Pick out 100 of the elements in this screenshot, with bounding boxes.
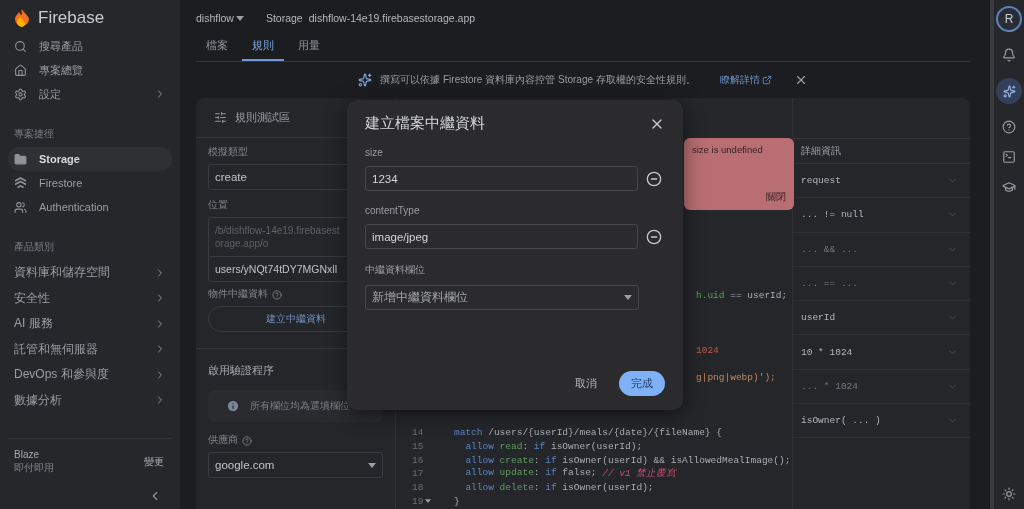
flame-logo-icon	[14, 8, 30, 28]
detail-row[interactable]: ... == ...	[793, 266, 970, 302]
code-token: allow	[464, 454, 494, 466]
line-number: 15	[412, 440, 424, 452]
code-token: isOwner(userId);	[549, 440, 643, 452]
sparkle-icon	[358, 73, 373, 87]
input-field[interactable]: image/jpeg	[365, 224, 638, 249]
graduation-cap-icon[interactable]	[1002, 180, 1016, 194]
learn-more-link[interactable]: 瞭解詳情	[719, 73, 772, 87]
external-link-icon	[761, 75, 772, 85]
code-token: create	[498, 454, 534, 466]
tab[interactable]: 檔案	[196, 34, 238, 61]
detail-row[interactable]: userId	[793, 301, 970, 336]
nav-item[interactable]: 專案總覽	[8, 58, 172, 82]
category-item[interactable]: 託管和無伺服器	[8, 336, 172, 362]
code-token: delete	[498, 481, 534, 493]
nav-item[interactable]: Authentication	[8, 195, 172, 219]
category-item[interactable]: 數據分析	[8, 387, 172, 413]
brand-name: Firebase	[38, 8, 105, 28]
field-label: 位置	[208, 199, 228, 212]
remove-icon[interactable]	[646, 228, 662, 245]
terminal-icon[interactable]	[1002, 150, 1016, 164]
bell-icon[interactable]	[1002, 48, 1016, 62]
cancel-button[interactable]: 取消	[563, 371, 609, 396]
close-link[interactable]: 關閉	[766, 190, 786, 204]
nav-item[interactable]: Storage	[8, 147, 172, 171]
detail-row[interactable]: 10 * 1024	[793, 335, 970, 370]
category-item[interactable]: 資料庫和儲存空間	[8, 260, 172, 286]
line-number: 19	[412, 495, 424, 507]
nav-item[interactable]: 設定	[8, 82, 172, 106]
tab[interactable]: 用量	[288, 34, 330, 61]
project-selector[interactable]: dishflow	[196, 12, 244, 24]
nav-item[interactable]: 搜尋產品	[8, 34, 172, 58]
detail-row[interactable]: ... * 1024	[793, 369, 970, 405]
dialog-title: 建立檔案中繼資料	[365, 114, 485, 133]
category-item[interactable]: AI 服務	[8, 311, 172, 337]
line-number: 16	[412, 454, 424, 466]
code-token: 1024	[696, 345, 719, 357]
code-token: isOwner(userId);	[561, 481, 654, 493]
plan-subtitle: 即付即用	[14, 462, 55, 475]
line-number: 17	[412, 468, 424, 480]
code-token: == userId;	[729, 290, 788, 302]
caret-icon	[235, 15, 244, 21]
code-token: :	[522, 440, 530, 452]
caret-icon	[368, 462, 376, 468]
detail-row[interactable]: ... != null	[793, 198, 970, 233]
folder-icon	[14, 152, 27, 166]
section-title: 啟用驗證程序	[208, 363, 275, 378]
code-token: :	[533, 481, 541, 493]
code-token: if	[533, 440, 546, 452]
line-number: 18	[412, 481, 424, 493]
detail-row[interactable]: request	[793, 164, 970, 199]
code-token: isOwner(userId) && isAllowedMealImage();	[561, 454, 791, 466]
provider-select[interactable]: google.com	[208, 452, 383, 478]
code-token: allow	[464, 467, 494, 481]
remove-icon[interactable]	[646, 170, 662, 187]
users-icon	[14, 200, 27, 214]
details-title: 詳細資訊	[793, 138, 970, 164]
code-token: if	[545, 454, 557, 466]
code-token: :	[533, 454, 541, 466]
home-icon	[14, 63, 27, 77]
code-token: false;	[561, 467, 598, 481]
panel-title: 規則測試區	[235, 110, 290, 125]
avatar[interactable]: R	[996, 6, 1022, 32]
code-token: update	[498, 467, 534, 481]
detail-row[interactable]: isOwner( ... )	[793, 404, 970, 439]
help-icon[interactable]	[1002, 120, 1016, 134]
done-button[interactable]: 完成	[619, 371, 665, 396]
field-label: contentType	[365, 205, 420, 216]
metadata-field-select[interactable]: 新增中繼資料欄位	[365, 285, 639, 310]
section-title: 產品類別	[14, 241, 54, 254]
info-text: 所有欄位均為選填欄位	[250, 399, 350, 413]
help-icon[interactable]	[272, 289, 282, 300]
line-number: 14	[412, 427, 424, 439]
bucket-name: dishflow-14e19.firebasestorage.app	[308, 12, 476, 24]
fold-caret-icon[interactable]	[425, 499, 432, 504]
plan-name: Blaze	[14, 449, 40, 460]
code-token: // v1 禁止覆寫	[602, 467, 677, 481]
code-token: allow	[464, 440, 494, 452]
error-message: size is undefined	[692, 144, 764, 155]
nav-item[interactable]: Firestore	[8, 171, 172, 195]
code-token: read	[498, 440, 523, 452]
sun-icon[interactable]	[1002, 487, 1016, 501]
search-icon	[14, 39, 27, 53]
code-token: }	[454, 495, 460, 507]
sparkle-button[interactable]	[996, 78, 1022, 104]
category-item[interactable]: DevOps 和參與度	[8, 362, 172, 388]
category-item[interactable]: 安全性	[8, 285, 172, 311]
sparkle-icon	[1002, 84, 1016, 98]
settings-icon	[14, 87, 27, 101]
detail-row[interactable]: ... && ...	[793, 232, 970, 267]
code-token: allow	[464, 481, 494, 493]
product-name: Storage	[265, 12, 303, 24]
code-token: if	[545, 467, 557, 481]
input-field[interactable]: 1234	[365, 166, 638, 191]
code-token: g|png|webp)');	[696, 372, 776, 384]
change-plan-button[interactable]: 變更	[142, 453, 166, 471]
help-icon[interactable]	[242, 435, 252, 446]
tab[interactable]: 規則	[242, 34, 284, 61]
code-token: h.uid	[696, 290, 725, 302]
